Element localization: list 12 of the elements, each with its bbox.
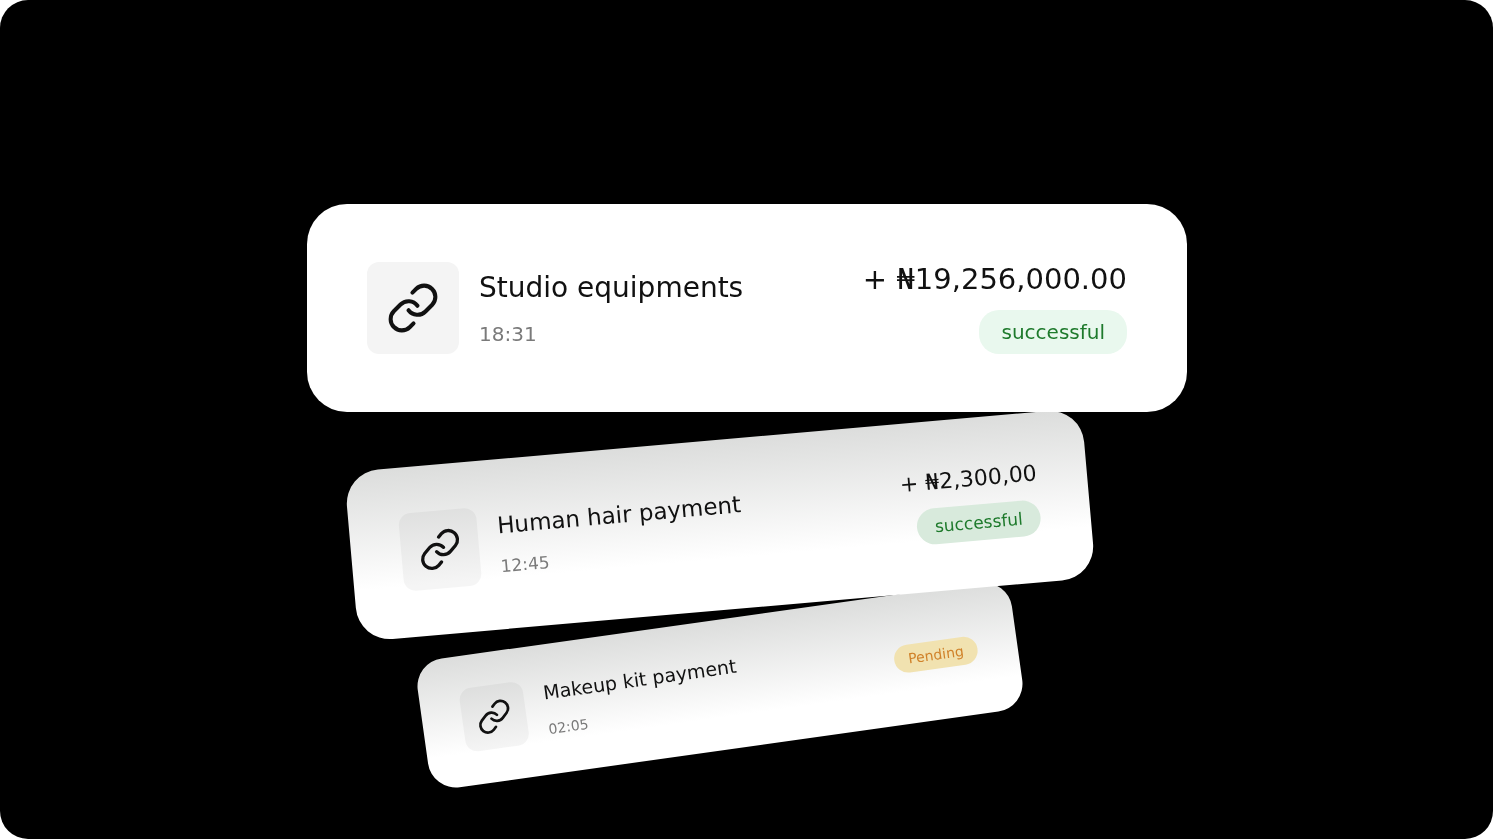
transaction-time: 12:45: [499, 551, 552, 577]
transaction-amount: + ₦19,256,000.00: [862, 262, 1127, 296]
transaction-time: 18:31: [479, 321, 538, 346]
transaction-amount: + ₦2,300,00: [898, 459, 1038, 497]
transaction-name: Makeup kit payment: [541, 653, 739, 704]
transaction-time: 02:05: [547, 714, 591, 738]
link-icon: [386, 281, 440, 335]
status-badge: Pending: [892, 634, 980, 675]
transaction-name: Human hair payment: [496, 490, 743, 539]
status-badge: successful: [915, 498, 1043, 546]
status-badge: successful: [979, 310, 1127, 354]
transaction-name: Studio equipments: [479, 270, 745, 304]
